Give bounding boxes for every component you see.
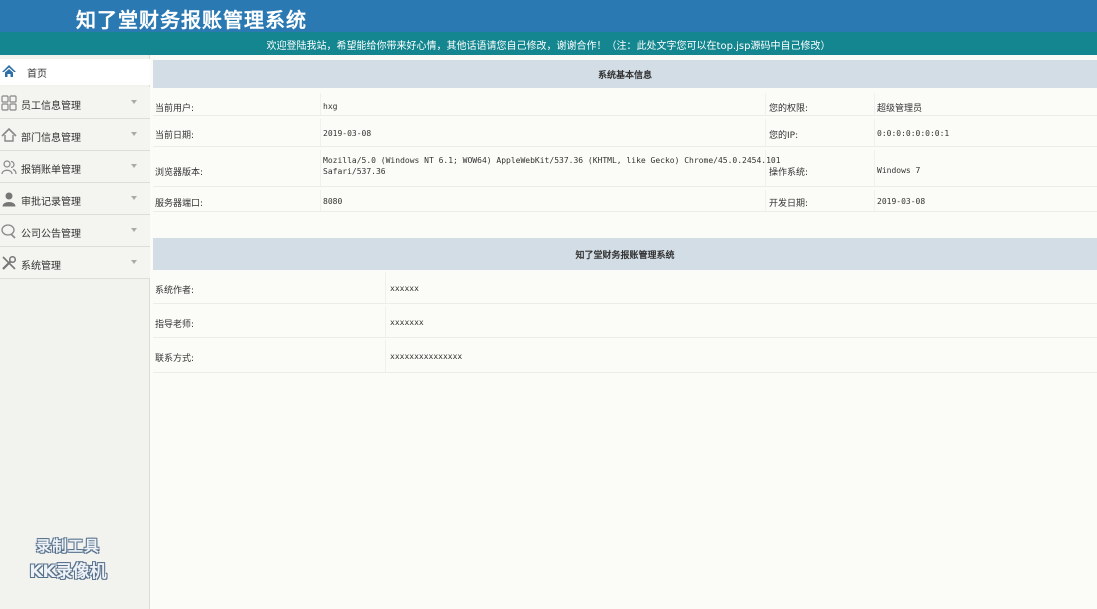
- teacher-label: 指导老师:: [155, 320, 195, 330]
- chevron-down-icon: [131, 132, 137, 136]
- grid-icon: [1, 95, 17, 111]
- home-icon: [2, 65, 16, 77]
- sidebar-item-home[interactable]: 首页: [0, 59, 150, 85]
- sidebar-item-label: 员工信息管理: [21, 101, 81, 112]
- role-value: 超级管理员: [877, 104, 923, 114]
- chevron-down-icon: [131, 196, 137, 200]
- sidebar-item-label: 报销账单管理: [21, 165, 81, 176]
- panel-title: 知了堂财务报账管理系统: [575, 251, 675, 261]
- chevron-down-icon: [131, 228, 137, 232]
- table-row: 联系方式: xxxxxxxxxxxxxxx: [153, 340, 1097, 373]
- table-row: 当前用户: hxg 您的权限: 超级管理员: [153, 93, 1097, 116]
- sidebar-item-approval[interactable]: 审批记录管理: [0, 183, 150, 215]
- table-row: 服务器端口: 8080 开发日期: 2019-03-08: [153, 190, 1097, 212]
- table-row: 指导老师: xxxxxxx: [153, 306, 1097, 338]
- user-icon: [2, 192, 16, 207]
- role-label: 您的权限:: [769, 104, 809, 114]
- about-header: 知了堂财务报账管理系统: [153, 238, 1097, 270]
- current-user-label: 当前用户:: [155, 104, 195, 114]
- system-info-header: 系统基本信息: [153, 60, 1097, 88]
- table-row: 当前日期: 2019-03-08 您的IP: 0:0:0:0:0:0:0:1: [153, 119, 1097, 147]
- browser-label: 浏览器版本:: [155, 168, 204, 178]
- sidebar-item-label: 部门信息管理: [21, 133, 81, 144]
- dev-date-value: 2019-03-08: [877, 197, 926, 206]
- sidebar-item-department[interactable]: 部门信息管理: [0, 119, 150, 151]
- notice-text: 欢迎登陆我站，希望能给你带来好心情，其他话语请您自己修改，谢谢合作！（注：此处文…: [266, 41, 831, 52]
- contact-label: 联系方式:: [155, 354, 195, 364]
- app-header: 知了堂财务报账管理系统: [0, 0, 1097, 32]
- table-row: 浏览器版本: Mozilla/5.0 (Windows NT 6.1; WOW6…: [153, 150, 1097, 187]
- tools-icon: [2, 255, 17, 270]
- chat-icon: [1, 224, 16, 239]
- chevron-down-icon: [131, 260, 137, 264]
- port-label: 服务器端口:: [155, 199, 204, 209]
- sidebar-item-label: 首页: [27, 69, 47, 80]
- port-value: 8080: [323, 197, 343, 206]
- author-label: 系统作者:: [155, 286, 195, 296]
- browser-value-line2: Safari/537.36: [323, 167, 386, 176]
- ip-value: 0:0:0:0:0:0:0:1: [877, 129, 950, 138]
- watermark-line1: 录制工具: [35, 537, 100, 555]
- notice-bar: 欢迎登陆我站，希望能给你带来好心情，其他话语请您自己修改，谢谢合作！（注：此处文…: [0, 32, 1097, 55]
- home-outline-icon: [1, 127, 17, 142]
- chevron-down-icon: [131, 100, 137, 104]
- ip-label: 您的IP:: [769, 131, 799, 141]
- app-title: 知了堂财务报账管理系统: [76, 8, 307, 32]
- panel-title: 系统基本信息: [597, 71, 652, 81]
- sidebar: 首页 员工信息管理 部门信息管理 报销账单管理 审批记录管理 公司公告管理 系统…: [0, 55, 150, 609]
- date-value: 2019-03-08: [323, 129, 372, 138]
- os-label: 操作系统:: [769, 168, 809, 178]
- recorder-watermark: 录制工具 KK录像机: [18, 535, 118, 582]
- dev-date-label: 开发日期:: [769, 199, 809, 209]
- sidebar-item-label: 系统管理: [21, 261, 61, 272]
- users-icon: [1, 160, 17, 175]
- table-row: 系统作者: xxxxxx: [153, 272, 1097, 304]
- os-value: Windows 7: [877, 166, 921, 175]
- sidebar-item-system[interactable]: 系统管理: [0, 247, 150, 279]
- sidebar-item-label: 审批记录管理: [21, 197, 81, 208]
- contact-value: xxxxxxxxxxxxxxx: [390, 352, 463, 361]
- chevron-down-icon: [131, 164, 137, 168]
- date-label: 当前日期:: [155, 131, 195, 141]
- watermark-line2: KK录像机: [29, 562, 107, 582]
- teacher-value: xxxxxxx: [390, 318, 424, 327]
- author-value: xxxxxx: [390, 284, 419, 293]
- sidebar-item-announcement[interactable]: 公司公告管理: [0, 215, 150, 247]
- current-user-value: hxg: [323, 102, 338, 111]
- browser-value-line1: Mozilla/5.0 (Windows NT 6.1; WOW64) Appl…: [323, 156, 781, 165]
- sidebar-item-reimbursement[interactable]: 报销账单管理: [0, 151, 150, 183]
- sidebar-item-label: 公司公告管理: [21, 229, 81, 240]
- sidebar-item-employee[interactable]: 员工信息管理: [0, 87, 150, 119]
